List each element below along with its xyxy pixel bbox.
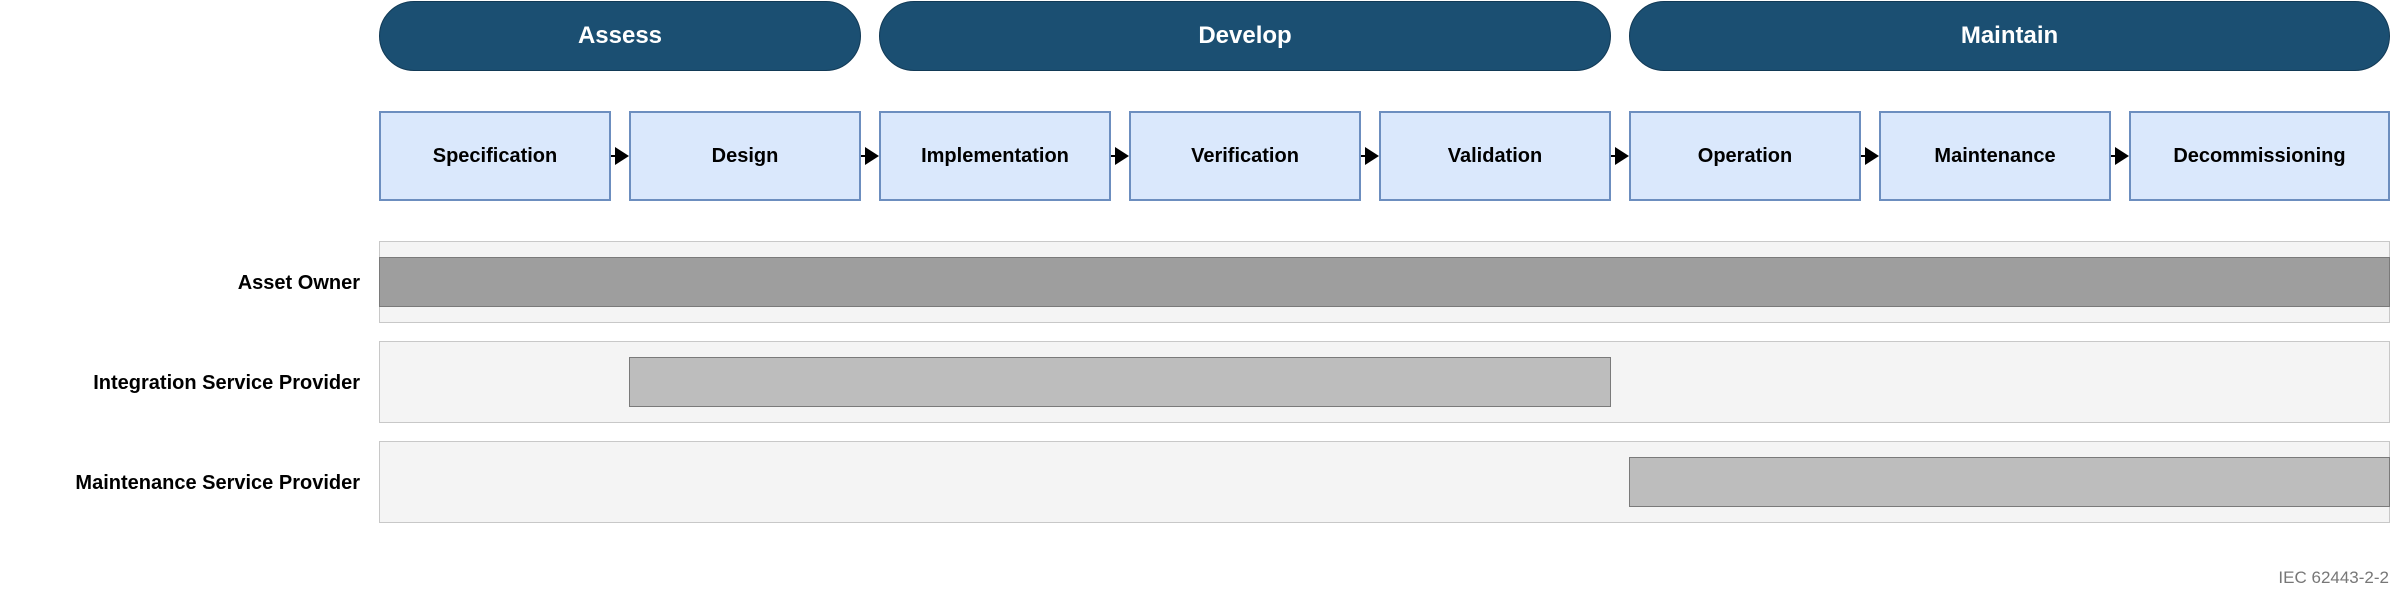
step-label: Specification <box>432 144 558 167</box>
arrow-right-icon <box>615 147 629 165</box>
step-label: Validation <box>1447 144 1543 167</box>
step-label: Verification <box>1191 144 1299 167</box>
step-label: Decommissioning <box>2173 144 2346 167</box>
step-label: Design <box>711 144 779 167</box>
bar-integration-service-provider <box>629 357 1611 407</box>
phase-maintain: Maintain <box>1629 1 2390 71</box>
step-label: Implementation <box>921 144 1069 167</box>
step-implementation: Implementation <box>879 111 1111 201</box>
step-specification: Specification <box>379 111 611 201</box>
arrow-right-icon <box>2115 147 2129 165</box>
phase-develop-label: Develop <box>1198 22 1292 49</box>
arrow-right-icon <box>1865 147 1879 165</box>
phase-maintain-label: Maintain <box>1960 22 2059 49</box>
phase-assess-label: Assess <box>577 22 663 49</box>
step-label: Operation <box>1697 144 1793 167</box>
arrow-right-icon <box>1615 147 1629 165</box>
lane-label-integration-service-provider: Integration Service Provider <box>93 372 360 394</box>
arrow-right-icon <box>1365 147 1379 165</box>
lane-label-asset-owner: Asset Owner <box>237 272 360 294</box>
bar-maintenance-service-provider <box>1629 457 2390 507</box>
step-maintenance: Maintenance <box>1879 111 2111 201</box>
phase-develop: Develop <box>879 1 1611 71</box>
lane-label-maintenance-service-provider: Maintenance Service Provider <box>75 472 360 494</box>
figure-reference: IEC 62443-2-2 <box>2278 568 2389 587</box>
step-label: Maintenance <box>1934 144 2056 167</box>
step-verification: Verification <box>1129 111 1361 201</box>
phase-assess: Assess <box>379 1 861 71</box>
arrow-right-icon <box>1115 147 1129 165</box>
step-design: Design <box>629 111 861 201</box>
arrow-right-icon <box>865 147 879 165</box>
bar-asset-owner <box>379 257 2390 307</box>
step-validation: Validation <box>1379 111 1611 201</box>
step-operation: Operation <box>1629 111 1861 201</box>
step-decommissioning: Decommissioning <box>2129 111 2390 201</box>
